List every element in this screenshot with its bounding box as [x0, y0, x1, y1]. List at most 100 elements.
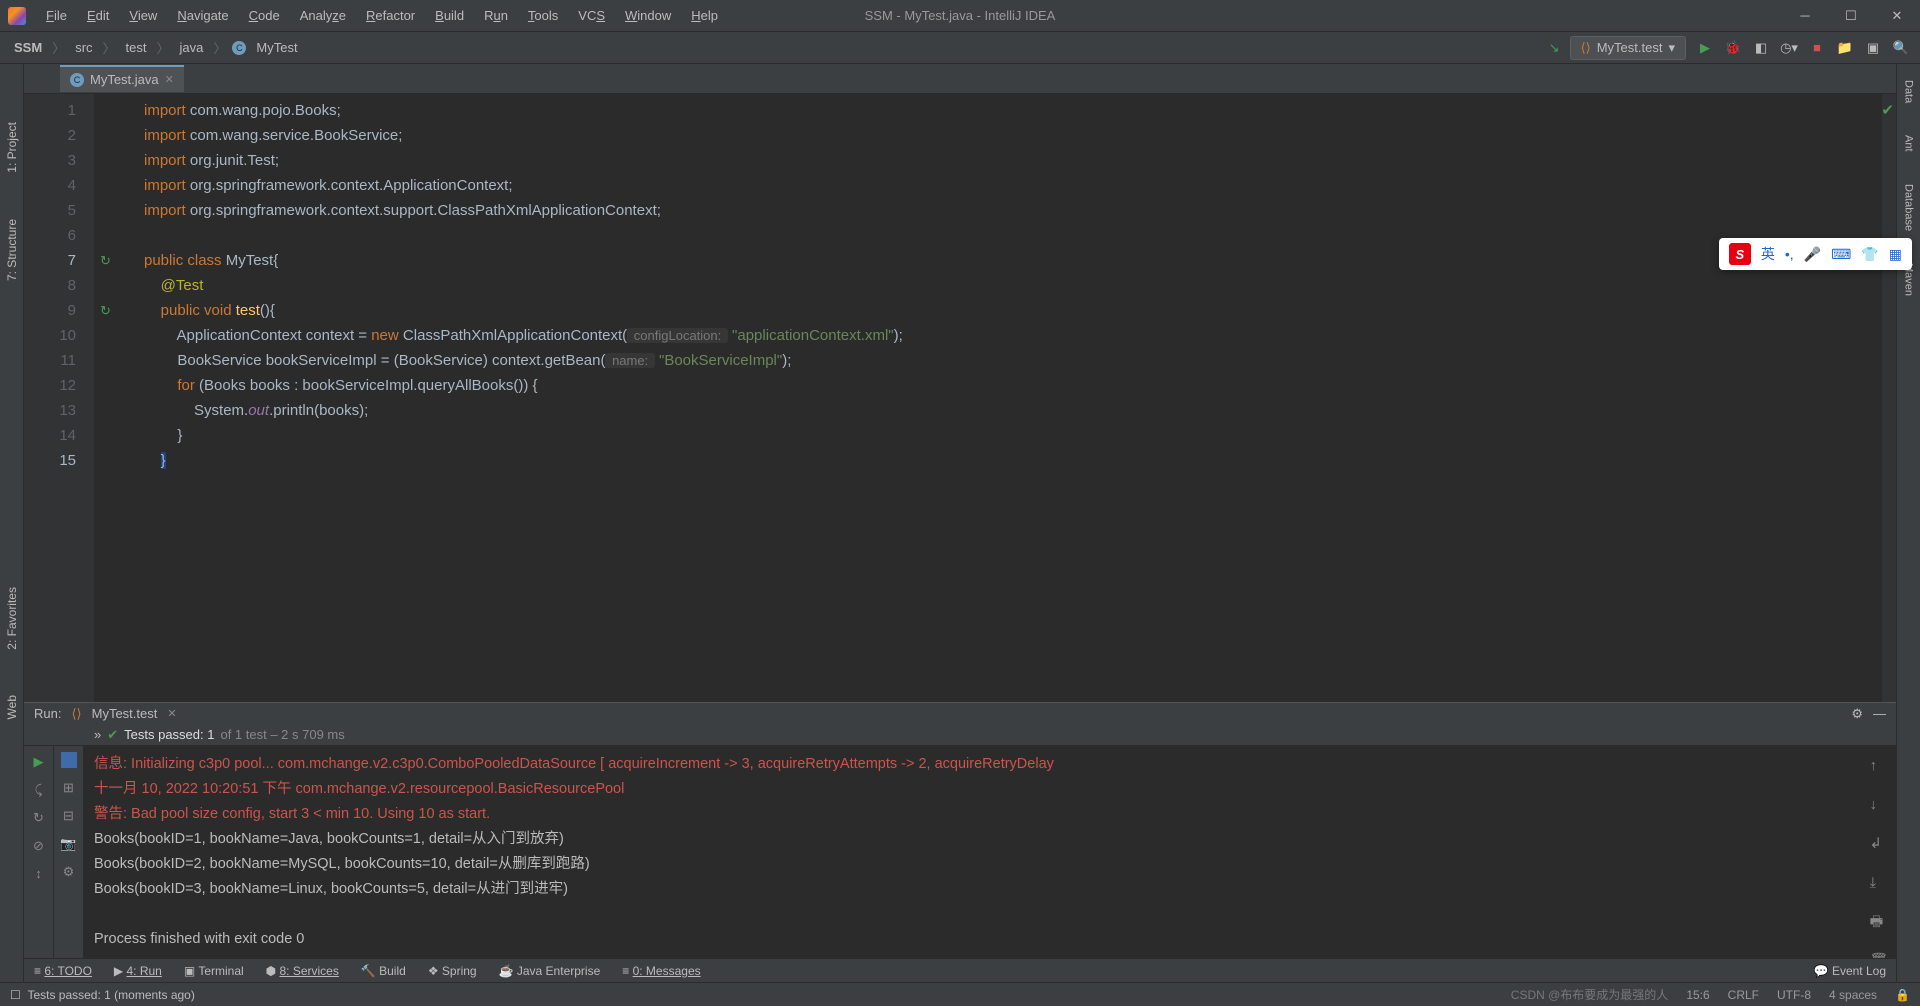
- ime-skin-icon[interactable]: 👕: [1861, 246, 1878, 263]
- profile-button[interactable]: ◷▾: [1780, 39, 1798, 57]
- ime-toolbox-icon[interactable]: ▦: [1889, 246, 1902, 263]
- run-config-label: MyTest.test: [1597, 40, 1663, 55]
- toggle-auto-button[interactable]: ⤹: [35, 782, 43, 798]
- update-button[interactable]: 📁: [1836, 39, 1854, 57]
- settings-icon[interactable]: ⚙: [1851, 706, 1863, 722]
- tool-database[interactable]: Database: [1901, 178, 1917, 237]
- show-passed-button[interactable]: ⊞: [63, 780, 74, 796]
- menu-help[interactable]: Help: [683, 5, 726, 26]
- tab-spring[interactable]: ❖ Spring: [428, 964, 477, 978]
- export-button[interactable]: 📷: [60, 836, 76, 852]
- right-tool-strip: Data Ant Database Maven: [1896, 64, 1920, 982]
- menu-navigate[interactable]: Navigate: [169, 5, 236, 26]
- menu-file[interactable]: File: [38, 5, 75, 26]
- ime-punct-icon[interactable]: •,: [1785, 246, 1794, 262]
- tab-services[interactable]: ⬢ 8: Services: [266, 964, 339, 978]
- chevron-right-icon: 〉: [213, 38, 226, 57]
- expand-icon[interactable]: »: [94, 727, 101, 742]
- crumb-src[interactable]: src: [71, 38, 96, 57]
- editor-tab-mytest[interactable]: C MyTest.java ✕: [60, 65, 184, 92]
- tab-messages[interactable]: ≡ 0: Messages: [622, 964, 700, 978]
- pin-button[interactable]: ↕: [35, 866, 42, 881]
- menu-code[interactable]: Code: [241, 5, 288, 26]
- indent-info[interactable]: 4 spaces: [1829, 988, 1877, 1002]
- main-menu: File Edit View Navigate Code Analyze Ref…: [38, 5, 726, 26]
- crumb-java[interactable]: java: [176, 38, 208, 57]
- window-list-icon[interactable]: ☐: [10, 988, 21, 1002]
- crumb-project[interactable]: SSM: [10, 38, 46, 57]
- build-hammer-icon[interactable]: ↘: [1549, 40, 1560, 56]
- rerun-button[interactable]: ▶: [34, 754, 44, 770]
- run-left-toolbar: ▶ ⤹ ↻ ⊘ ↕: [24, 746, 54, 958]
- tab-run[interactable]: ▶ 4: Run: [114, 964, 162, 978]
- crumb-class[interactable]: MyTest: [252, 38, 301, 57]
- stop-run-button[interactable]: ⊘: [33, 838, 44, 854]
- scroll-to-end-icon[interactable]: ⤓: [1870, 871, 1888, 896]
- tool-project[interactable]: 1: Project: [3, 114, 21, 181]
- close-button[interactable]: ✕: [1874, 0, 1920, 32]
- tab-build[interactable]: 🔨 Build: [361, 964, 406, 978]
- coverage-button[interactable]: ◧: [1752, 39, 1770, 57]
- tab-label: MyTest.java: [90, 72, 159, 87]
- tool-web[interactable]: Web: [3, 687, 21, 727]
- clear-icon[interactable]: 🗑: [1870, 949, 1888, 958]
- tab-terminal[interactable]: ▣ Terminal: [184, 964, 244, 978]
- run-gutter-icon[interactable]: ↻: [100, 298, 111, 323]
- search-everywhere-button[interactable]: 🔍: [1892, 39, 1910, 57]
- menu-build[interactable]: Build: [427, 5, 472, 26]
- sort-button[interactable]: ⊟: [63, 808, 74, 824]
- code-editor[interactable]: 123456 789101112131415 ↻ ↻ import com.wa…: [24, 94, 1896, 706]
- maximize-button[interactable]: ☐: [1828, 0, 1874, 32]
- tool-structure[interactable]: 7: Structure: [3, 211, 21, 289]
- menu-edit[interactable]: Edit: [79, 5, 117, 26]
- run-tab-label[interactable]: MyTest.test: [92, 706, 158, 721]
- import-button[interactable]: ⚙: [63, 864, 75, 880]
- run-gutter-icon[interactable]: ↻: [100, 248, 111, 273]
- console-line: Books(bookID=2, bookName=MySQL, bookCoun…: [94, 852, 1886, 877]
- console-output[interactable]: 信息: Initializing c3p0 pool... com.mchang…: [84, 746, 1896, 958]
- menu-vcs[interactable]: VCS: [570, 5, 613, 26]
- ime-toolbar[interactable]: S 英 •, 🎤 ⌨ 👕 ▦: [1719, 238, 1912, 270]
- ime-keyboard-icon[interactable]: ⌨: [1831, 246, 1851, 263]
- run-config-selector[interactable]: ⟨⟩ MyTest.test ▾: [1570, 36, 1686, 60]
- file-encoding[interactable]: UTF-8: [1777, 988, 1811, 1002]
- tool-data[interactable]: Data: [1901, 74, 1917, 109]
- menu-run[interactable]: Run: [476, 5, 516, 26]
- print-icon[interactable]: 🖶: [1870, 910, 1888, 935]
- ime-mic-icon[interactable]: 🎤: [1804, 246, 1821, 263]
- tool-favorites[interactable]: 2: Favorites: [3, 579, 21, 658]
- tool-ant[interactable]: Ant: [1901, 129, 1917, 158]
- scroll-up-icon[interactable]: ↑: [1870, 754, 1888, 779]
- crumb-test[interactable]: test: [122, 38, 151, 57]
- run-button[interactable]: ▶: [1696, 39, 1714, 57]
- tab-javaee[interactable]: ☕ Java Enterprise: [499, 964, 601, 978]
- status-message: Tests passed: 1 (moments ago): [27, 988, 194, 1002]
- tab-todo[interactable]: ≡ 6: TODO: [34, 964, 92, 978]
- minimize-panel-icon[interactable]: —: [1873, 706, 1886, 722]
- window-title: SSM - MyTest.java - IntelliJ IDEA: [865, 8, 1056, 23]
- run-label: Run:: [34, 706, 61, 721]
- menu-tools[interactable]: Tools: [520, 5, 566, 26]
- event-log-button[interactable]: 💬 Event Log: [1814, 964, 1886, 978]
- menu-refactor[interactable]: Refactor: [358, 5, 423, 26]
- debug-button[interactable]: 🐞: [1724, 39, 1742, 57]
- ime-lang[interactable]: 英: [1761, 244, 1775, 264]
- scroll-down-icon[interactable]: ↓: [1870, 793, 1888, 818]
- close-run-tab-icon[interactable]: ✕: [167, 707, 176, 720]
- caret-position[interactable]: 15:6: [1686, 988, 1709, 1002]
- structure-button[interactable]: ▣: [1864, 39, 1882, 57]
- soft-wrap-icon[interactable]: ↲: [1870, 832, 1888, 857]
- close-tab-icon[interactable]: ✕: [165, 73, 174, 86]
- menu-analyze[interactable]: Analyze: [292, 5, 354, 26]
- stop-button[interactable]: ■: [1808, 39, 1826, 57]
- code-content[interactable]: import com.wang.pojo.Books; import com.w…: [94, 94, 903, 706]
- line-separator[interactable]: CRLF: [1728, 988, 1759, 1002]
- status-bar: ☐ Tests passed: 1 (moments ago) CSDN @布布…: [0, 982, 1920, 1006]
- minimize-button[interactable]: ─: [1782, 0, 1828, 32]
- editor-error-stripe[interactable]: ✔: [1882, 94, 1896, 706]
- menu-view[interactable]: View: [121, 5, 165, 26]
- class-icon: C: [70, 73, 84, 87]
- menu-window[interactable]: Window: [617, 5, 679, 26]
- rerun-failed-button[interactable]: ↻: [33, 810, 44, 826]
- readonly-lock-icon[interactable]: 🔒: [1895, 988, 1910, 1002]
